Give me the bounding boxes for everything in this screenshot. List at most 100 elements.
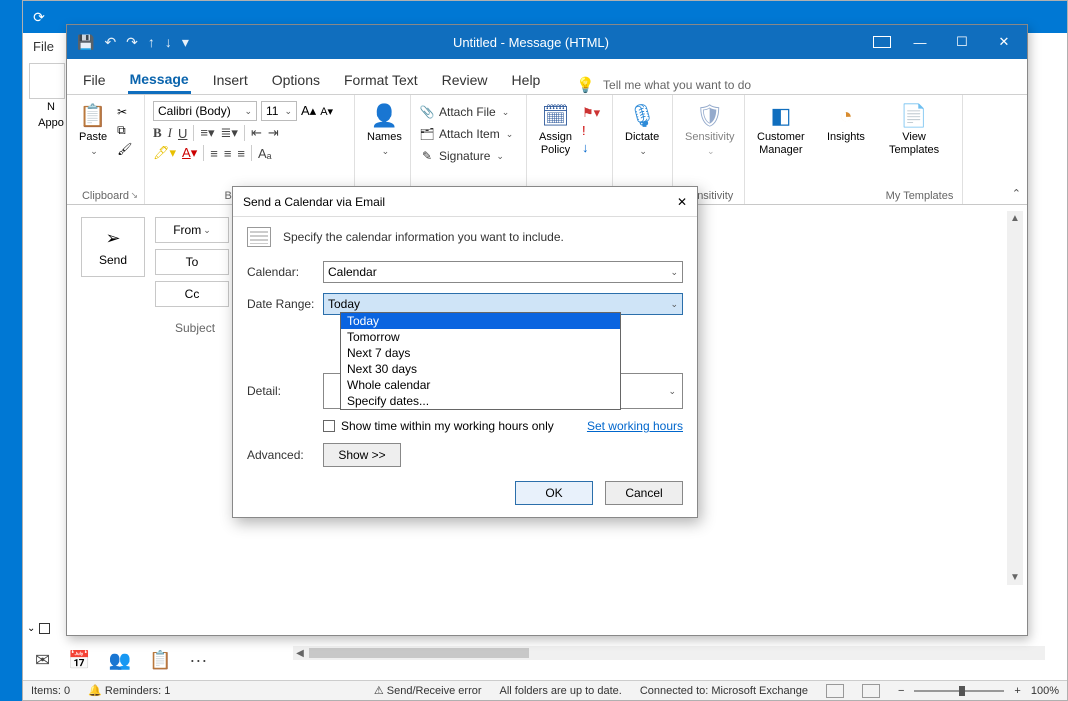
save-icon[interactable]: 💾 — [77, 34, 94, 51]
increase-font-icon[interactable]: A▴ — [301, 103, 316, 119]
zoom-in-icon[interactable]: + — [1014, 685, 1020, 697]
tasks-icon[interactable]: 📋 — [149, 650, 171, 671]
font-name-select[interactable]: Calibri (Body)⌄ — [153, 101, 257, 121]
align-right-icon[interactable]: ≡ — [237, 146, 245, 161]
attach-item-button[interactable]: 🗂Attach Item⌄ — [419, 123, 513, 145]
date-range-option[interactable]: Next 7 days — [341, 345, 620, 361]
scroll-up-icon[interactable]: ▲ — [1010, 213, 1020, 224]
from-button[interactable]: From ⌄ — [155, 217, 229, 243]
collapse-ribbon-icon[interactable]: ⌃ — [1012, 187, 1021, 200]
people-icon[interactable]: 👥 — [109, 650, 131, 671]
view-reading-button[interactable] — [862, 684, 880, 698]
high-importance-icon[interactable]: ! — [582, 123, 600, 138]
date-range-dropdown[interactable]: Today Tomorrow Next 7 days Next 30 days … — [340, 312, 621, 410]
undo-icon[interactable]: ↶ — [104, 34, 116, 51]
highlight-icon[interactable]: 🖊▾ — [153, 145, 176, 161]
align-center-icon[interactable]: ≡ — [224, 146, 232, 161]
assign-policy-button[interactable]: 🗓 Assign Policy — [535, 101, 576, 158]
tab-message[interactable]: Message — [128, 65, 191, 94]
increase-indent-icon[interactable]: ⇥ — [268, 125, 279, 141]
signature-button[interactable]: ✎Signature⌄ — [419, 145, 504, 167]
date-range-option[interactable]: Whole calendar — [341, 377, 620, 393]
cut-icon[interactable]: ✂ — [117, 105, 132, 119]
bullets-icon[interactable]: ≡▾ — [200, 125, 214, 141]
ok-button[interactable]: OK — [515, 481, 593, 505]
vertical-scrollbar[interactable]: ▲ ▼ — [1007, 211, 1023, 585]
names-button[interactable]: 👤 Names ⌄ — [363, 101, 406, 159]
sync-icon[interactable]: ⟳ — [23, 9, 55, 26]
cancel-button[interactable]: Cancel — [605, 481, 683, 505]
zoom-control[interactable]: − + 100% — [898, 685, 1059, 697]
copy-icon[interactable]: ⧉ — [117, 123, 132, 138]
decrease-font-icon[interactable]: A▾ — [320, 105, 333, 118]
horizontal-scrollbar[interactable]: ◀ — [293, 646, 1045, 660]
mail-icon[interactable]: ✉ — [35, 650, 50, 671]
maximize-button[interactable]: ☐ — [943, 29, 981, 55]
font-size-select[interactable]: 11⌄ — [261, 101, 297, 121]
send-button[interactable]: ➢ Send — [81, 217, 145, 277]
date-range-option[interactable]: Next 30 days — [341, 361, 620, 377]
flag-icon[interactable]: ⚑▾ — [582, 105, 600, 121]
tell-me-search[interactable]: 💡 Tell me what you want to do — [576, 76, 751, 94]
insights-button[interactable]: ◔ Insights — [823, 101, 869, 146]
font-color-icon[interactable]: A▾ — [182, 145, 197, 161]
attach-file-button[interactable]: 📎Attach File⌄ — [419, 101, 509, 123]
format-painter-icon[interactable]: 🖌 — [117, 142, 132, 156]
sensitivity-icon: 🛡 — [696, 103, 724, 129]
dictate-button[interactable]: 🎙 Dictate⌄ — [621, 101, 663, 159]
low-importance-icon[interactable]: ↓ — [582, 140, 600, 155]
tab-insert[interactable]: Insert — [211, 66, 250, 94]
sensitivity-button[interactable]: 🛡 Sensitivity⌄ — [681, 101, 739, 159]
scroll-thumb[interactable] — [309, 648, 529, 658]
prev-item-icon[interactable]: ↑ — [148, 34, 155, 50]
tab-format-text[interactable]: Format Text — [342, 66, 420, 94]
paste-button[interactable]: 📋 Paste ⌄ — [75, 101, 111, 159]
numbering-icon[interactable]: ≣▾ — [221, 125, 238, 141]
customer-manager-button[interactable]: ◧ Customer Manager — [753, 101, 809, 158]
calendar-icon[interactable]: 📅 — [68, 650, 90, 671]
tab-help[interactable]: Help — [510, 66, 543, 94]
scroll-down-icon[interactable]: ▼ — [1010, 572, 1020, 583]
advanced-show-button[interactable]: Show >> — [323, 443, 401, 467]
next-item-icon[interactable]: ↓ — [165, 34, 172, 50]
align-left-icon[interactable]: ≡ — [210, 146, 218, 161]
tab-review[interactable]: Review — [440, 66, 490, 94]
scroll-left-icon[interactable]: ◀ — [293, 648, 307, 659]
navigation-bar: ✉ 📅 👥 📋 ··· — [27, 642, 207, 678]
tab-file[interactable]: File — [81, 66, 108, 94]
status-send-receive-error[interactable]: ⚠ Send/Receive error — [374, 684, 482, 697]
zoom-slider[interactable] — [914, 690, 1004, 692]
new-appointment-button[interactable] — [29, 63, 65, 99]
dialog-close-icon[interactable]: ✕ — [677, 195, 687, 209]
view-normal-button[interactable] — [826, 684, 844, 698]
status-reminders[interactable]: 🔔 Reminders: 1 — [88, 684, 170, 697]
ribbon-display-options-icon[interactable] — [873, 36, 891, 48]
clear-formatting-icon[interactable]: Aₐ — [258, 146, 272, 161]
view-templates-button[interactable]: 📄 View Templates — [885, 101, 943, 158]
set-working-hours-link[interactable]: Set working hours — [587, 419, 683, 433]
date-range-option[interactable]: Today — [341, 313, 620, 329]
show-working-hours-checkbox[interactable] — [323, 420, 335, 432]
date-range-option[interactable]: Tomorrow — [341, 329, 620, 345]
clipboard-icon: 📋 — [79, 103, 106, 129]
qat-customize-icon[interactable]: ▾ — [182, 34, 189, 51]
tab-options[interactable]: Options — [270, 66, 322, 94]
italic-button[interactable]: I — [168, 125, 172, 141]
file-tab[interactable]: File — [33, 39, 54, 54]
calendar-select[interactable]: Calendar⌄ — [323, 261, 683, 283]
status-bar: Items: 0 🔔 Reminders: 1 ⚠ Send/Receive e… — [23, 680, 1067, 700]
close-button[interactable]: ✕ — [985, 29, 1023, 55]
send-icon: ➢ — [105, 228, 120, 249]
zoom-out-icon[interactable]: − — [898, 685, 904, 697]
date-range-option[interactable]: Specify dates... — [341, 393, 620, 409]
decrease-indent-icon[interactable]: ⇤ — [251, 125, 262, 141]
status-folders: All folders are up to date. — [500, 685, 622, 697]
to-button[interactable]: To — [155, 249, 229, 275]
more-icon[interactable]: ··· — [189, 650, 207, 671]
underline-button[interactable]: U — [178, 126, 187, 141]
dialog-launcher-icon[interactable]: ↘ — [130, 190, 138, 201]
bold-button[interactable]: B — [153, 125, 162, 141]
cc-button[interactable]: Cc — [155, 281, 229, 307]
redo-icon[interactable]: ↷ — [126, 34, 138, 51]
minimize-button[interactable]: — — [901, 29, 939, 55]
